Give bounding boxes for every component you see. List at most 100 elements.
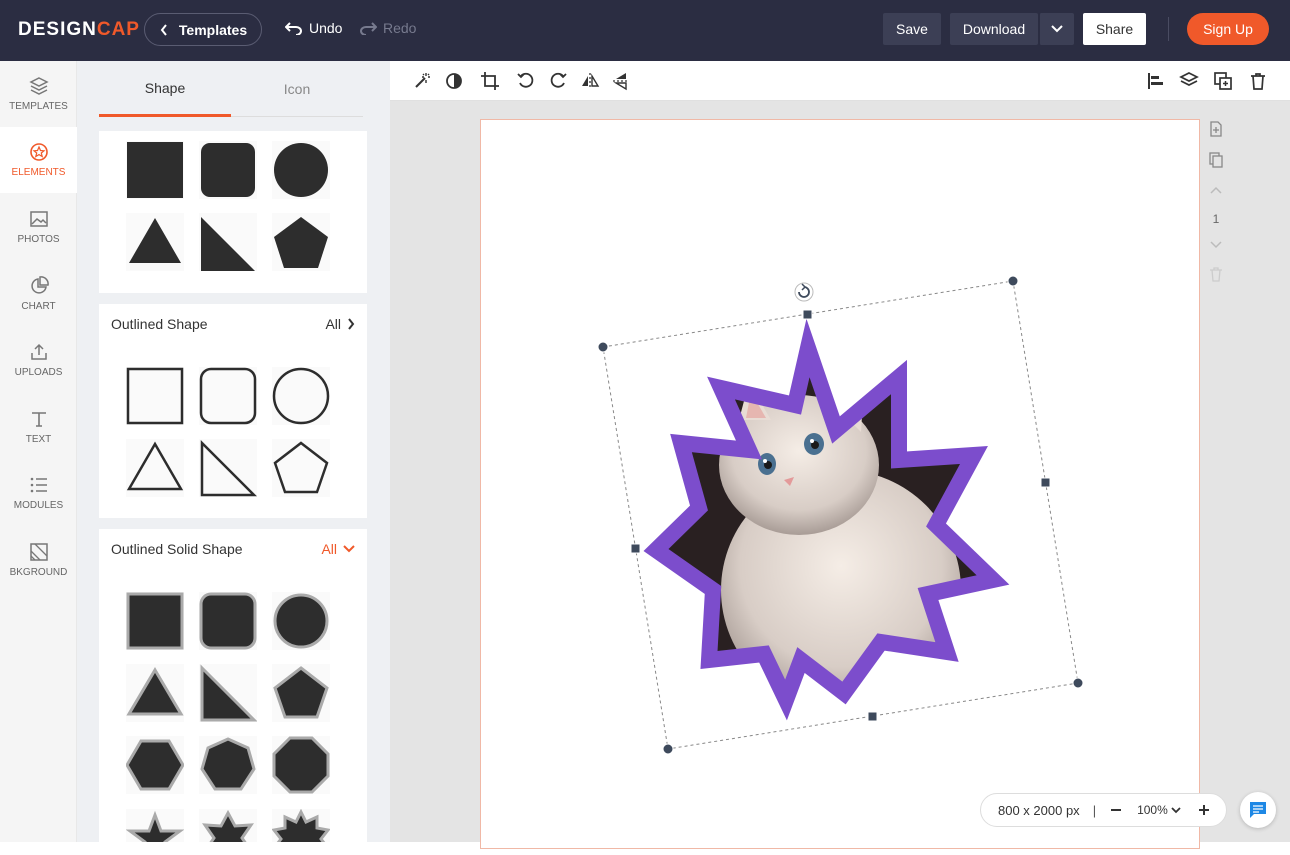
- rotate-right-icon[interactable]: [548, 71, 568, 91]
- resize-handle-top[interactable]: [802, 309, 813, 320]
- shape-outlined-solid-star-burst[interactable]: [271, 808, 331, 842]
- share-button[interactable]: Share: [1083, 13, 1146, 45]
- crop-icon[interactable]: [480, 71, 500, 91]
- design-page[interactable]: [480, 119, 1200, 849]
- designcap-logo[interactable]: DESIGNCAP: [18, 19, 140, 41]
- shape-outlined-solid-triangle[interactable]: [126, 664, 184, 722]
- shape-outline-pentagon[interactable]: [272, 439, 330, 497]
- shape-outline-square[interactable]: [126, 367, 184, 425]
- resize-handle-top-right[interactable]: [1007, 275, 1019, 287]
- shape-outline-rounded-square[interactable]: [199, 367, 257, 425]
- shape-square[interactable]: [126, 141, 184, 199]
- outlined-solid-all-link[interactable]: All: [321, 541, 355, 557]
- canvas-size-label: 800 x 2000 px: [998, 802, 1080, 818]
- nav-chart[interactable]: CHART: [0, 261, 77, 327]
- nav-text-label: TEXT: [25, 434, 52, 445]
- nav-elements[interactable]: ELEMENTS: [0, 127, 77, 193]
- zoom-select[interactable]: 100%: [1137, 803, 1181, 817]
- resize-handle-bottom[interactable]: [867, 711, 878, 722]
- shape-rounded-square[interactable]: [199, 141, 257, 199]
- nav-background-label: BKGROUND: [9, 567, 68, 578]
- zoom-out-button[interactable]: [1109, 805, 1123, 815]
- shape-outlined-solid-star-5[interactable]: [125, 809, 185, 842]
- shape-outlined-solid-square[interactable]: [126, 592, 184, 650]
- contrast-icon[interactable]: [444, 71, 464, 91]
- align-left-icon[interactable]: [1146, 71, 1166, 91]
- pie-chart-icon: [30, 276, 49, 294]
- flip-horizontal-icon[interactable]: [580, 71, 600, 91]
- chevron-right-icon: [348, 318, 355, 330]
- elements-icon: [29, 143, 48, 161]
- solid-shapes-card: [99, 131, 367, 293]
- shape-outline-right-triangle[interactable]: [199, 439, 258, 497]
- page-up-icon[interactable]: [1208, 183, 1224, 199]
- resize-handle-right[interactable]: [1040, 477, 1051, 488]
- download-button[interactable]: Download: [950, 13, 1038, 45]
- outlined-solid-all-label: All: [321, 541, 337, 557]
- delete-page-icon[interactable]: [1208, 266, 1224, 282]
- image-toolbar: [390, 61, 1290, 101]
- shape-circle[interactable]: [272, 141, 330, 199]
- logo-text: DESIGN: [18, 19, 97, 40]
- rotate-handle-icon[interactable]: [794, 282, 814, 302]
- chat-icon: [1250, 802, 1266, 818]
- text-icon: [31, 412, 46, 427]
- templates-back-button[interactable]: Templates: [144, 13, 262, 46]
- redo-button[interactable]: Redo: [359, 20, 416, 36]
- outlined-solid-title: Outlined Solid Shape: [111, 541, 243, 557]
- shape-outline-circle[interactable]: [272, 367, 330, 425]
- shape-outlined-solid-pentagon[interactable]: [272, 664, 330, 722]
- tab-icon[interactable]: Icon: [231, 61, 363, 117]
- shape-outlined-solid-star-6[interactable]: [199, 809, 257, 842]
- outlined-shapes-card: Outlined Shape All: [99, 304, 367, 518]
- resize-handle-left[interactable]: [630, 543, 641, 554]
- resize-handle-bottom-right[interactable]: [1072, 677, 1084, 689]
- shape-outlined-solid-right-triangle[interactable]: [199, 664, 258, 722]
- redo-label: Redo: [383, 20, 417, 36]
- undo-icon: [285, 22, 302, 35]
- chevron-down-icon: [343, 545, 355, 553]
- layers-order-icon[interactable]: [1179, 71, 1199, 91]
- download-options-button[interactable]: [1039, 13, 1074, 45]
- rotate-left-icon[interactable]: [516, 71, 536, 91]
- outlined-solid-shapes-card: Outlined Solid Shape All: [99, 529, 367, 842]
- zoom-in-button[interactable]: [1198, 805, 1209, 815]
- nav-templates-label: TEMPLATES: [9, 101, 68, 112]
- zoom-divider: |: [1092, 802, 1097, 818]
- copy-page-icon[interactable]: [1208, 152, 1224, 168]
- shape-outlined-solid-heptagon[interactable]: [199, 736, 257, 794]
- tab-shape[interactable]: Shape: [99, 61, 231, 117]
- duplicate-icon[interactable]: [1213, 71, 1233, 91]
- nav-uploads[interactable]: UPLOADS: [0, 327, 77, 393]
- nav-photos[interactable]: PHOTOS: [0, 194, 77, 260]
- add-page-icon[interactable]: [1208, 121, 1224, 137]
- shape-pentagon[interactable]: [272, 213, 330, 271]
- outlined-solid-header: Outlined Solid Shape All: [111, 541, 355, 557]
- sign-up-button[interactable]: Sign Up: [1187, 13, 1269, 45]
- resize-handle-bottom-left[interactable]: [662, 743, 674, 755]
- shape-outlined-solid-octagon[interactable]: [272, 736, 330, 794]
- nav-templates[interactable]: TEMPLATES: [0, 61, 77, 127]
- shape-triangle[interactable]: [126, 213, 184, 271]
- page-down-icon[interactable]: [1208, 236, 1224, 252]
- save-button[interactable]: Save: [883, 13, 941, 45]
- shape-outlined-solid-hexagon[interactable]: [125, 736, 185, 794]
- undo-button[interactable]: Undo: [285, 20, 342, 36]
- outlined-all-link[interactable]: All: [325, 316, 355, 332]
- magic-wand-icon[interactable]: [412, 71, 432, 91]
- flip-vertical-icon[interactable]: [611, 71, 631, 91]
- shape-right-triangle[interactable]: [199, 213, 257, 271]
- nav-background[interactable]: BKGROUND: [0, 527, 77, 593]
- nav-photos-label: PHOTOS: [17, 234, 60, 245]
- outlined-all-label: All: [325, 316, 341, 332]
- shape-outlined-solid-rounded-square[interactable]: [199, 592, 257, 650]
- chat-support-button[interactable]: [1240, 792, 1276, 828]
- nav-modules[interactable]: MODULES: [0, 460, 77, 526]
- trash-icon[interactable]: [1248, 71, 1268, 91]
- resize-handle-top-left[interactable]: [597, 341, 609, 353]
- nav-text[interactable]: TEXT: [0, 394, 77, 460]
- templates-label: Templates: [178, 21, 248, 38]
- shape-outlined-solid-circle[interactable]: [272, 592, 330, 650]
- shape-outline-triangle[interactable]: [126, 439, 184, 497]
- selected-image-element[interactable]: [481, 120, 1201, 850]
